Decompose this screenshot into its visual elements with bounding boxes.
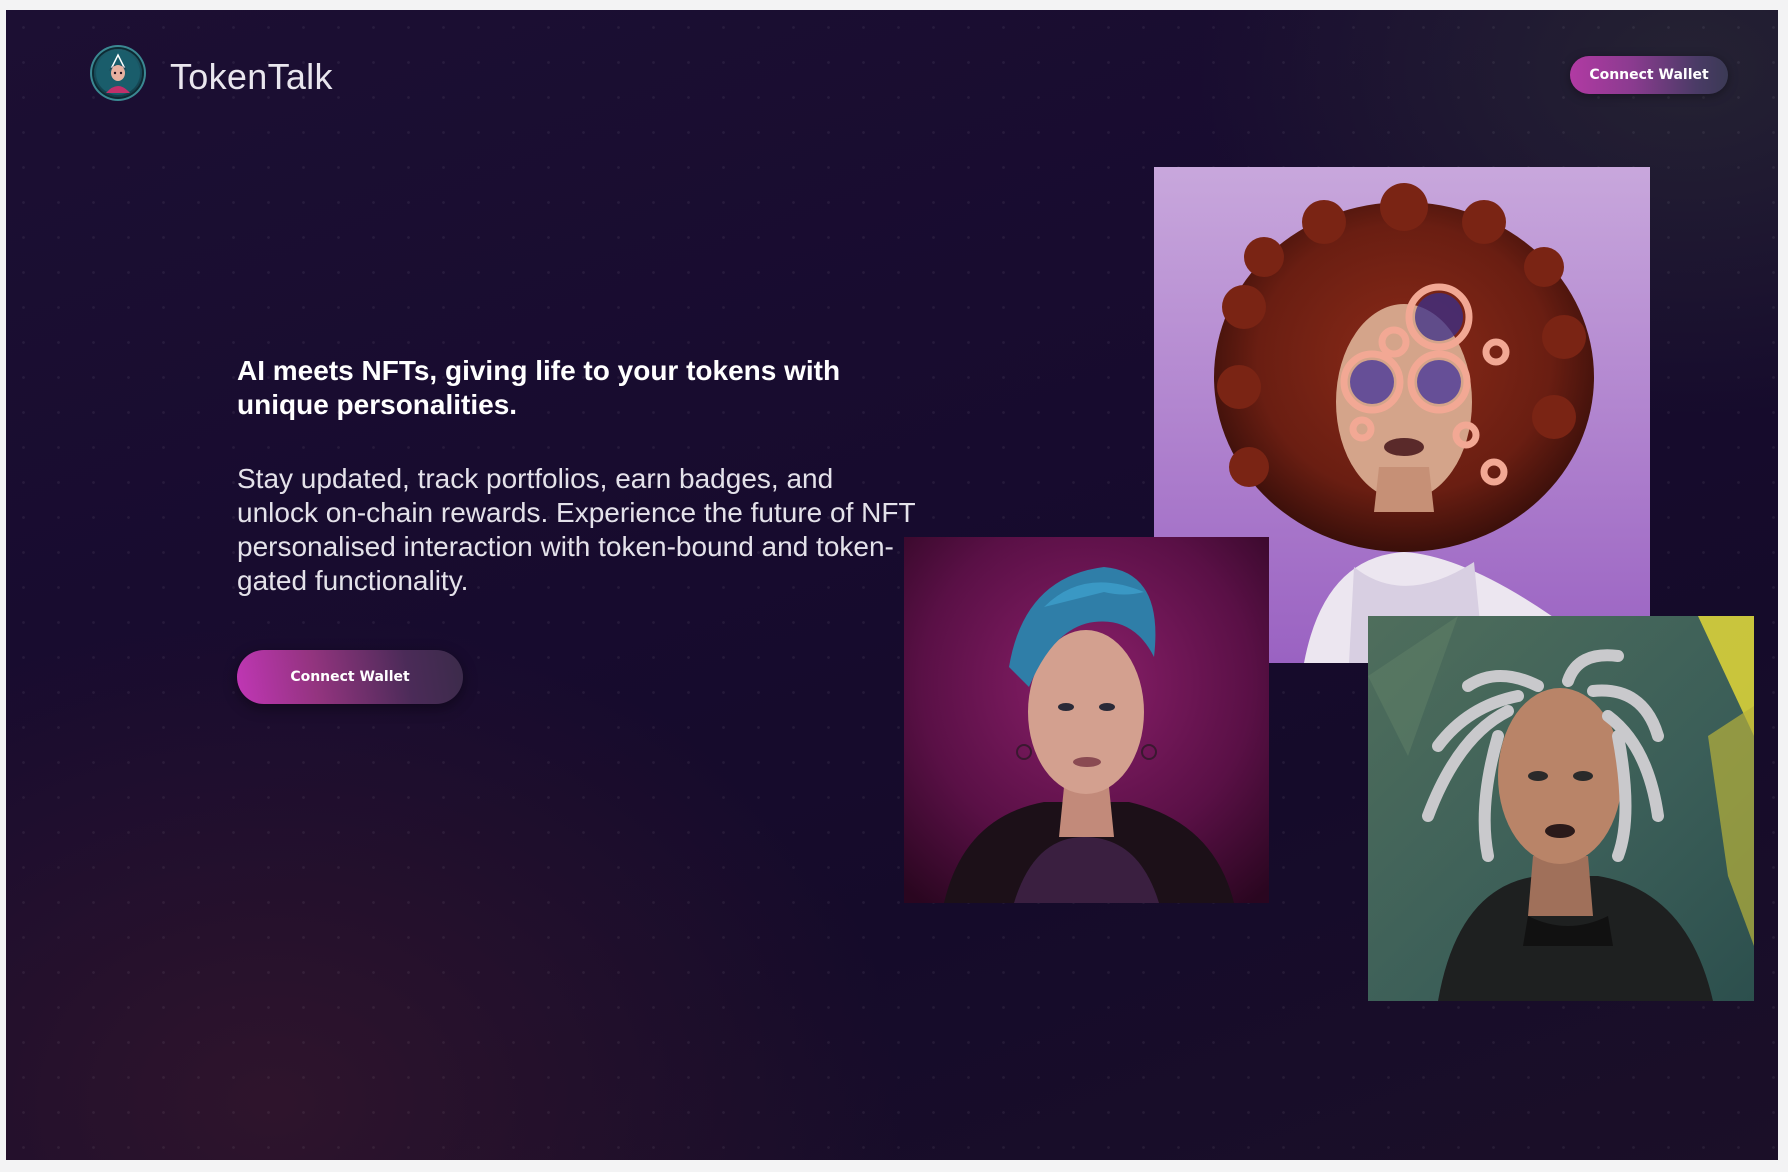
avatar-logo-icon[interactable] (94, 49, 142, 97)
nft-portrait-silver-dreadlocks (1368, 616, 1754, 1001)
hero-description: Stay updated, track portfolios, earn bad… (237, 463, 916, 596)
header-connect-wallet-button[interactable]: Connect Wallet (1570, 56, 1728, 94)
hero-headline: AI meets NFTs, giving life to your token… (237, 355, 841, 420)
landing-page: TokenTalk Connect Wallet AI meets NFTs, … (6, 10, 1778, 1160)
hero-connect-wallet-button[interactable]: Connect Wallet (237, 650, 463, 704)
brand-name[interactable]: TokenTalk (170, 57, 333, 97)
nft-portrait-blue-hair (904, 537, 1269, 903)
